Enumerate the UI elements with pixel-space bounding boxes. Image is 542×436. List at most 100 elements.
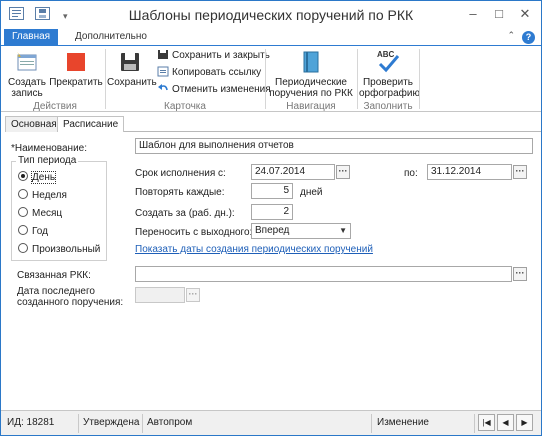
linked-rkk-label: Связанная РКК: <box>17 270 91 281</box>
title-bar: ▾ Шаблоны периодических поручений по РКК… <box>1 1 541 29</box>
due-from-label: Срок исполнения с: <box>135 168 226 179</box>
radio-day-label: День <box>30 171 57 184</box>
holiday-select-value: Вперед <box>255 225 290 236</box>
radio-custom-label: Произвольный <box>32 244 101 255</box>
period-type-title: Тип периода <box>16 155 79 166</box>
due-to-picker-button[interactable]: ··· <box>513 165 527 179</box>
undo-changes-button[interactable]: Отменить изменения <box>157 83 271 97</box>
period-type-group: Тип периода День Неделя Месяц Год Произв… <box>11 155 107 261</box>
repeat-label: Повторять каждые: <box>135 187 225 198</box>
save-close-icon <box>157 49 169 60</box>
radio-week-indicator <box>18 189 28 199</box>
schedule-pane: *Наименование: Шаблон для выполнения отч… <box>5 132 539 406</box>
radio-month-label: Месяц <box>32 208 63 219</box>
stop-icon <box>64 50 88 74</box>
status-mode: Изменение <box>377 417 429 428</box>
radio-custom-indicator <box>18 243 28 253</box>
status-record-id: ИД: 18281 <box>7 417 55 428</box>
due-to-label: по: <box>404 168 418 179</box>
status-divider <box>78 414 79 433</box>
name-input[interactable]: Шаблон для выполнения отчетов <box>135 138 533 154</box>
group-divider <box>419 49 420 109</box>
spellcheck-label: Проверить орфографию <box>359 77 420 99</box>
radio-day-indicator <box>18 171 28 181</box>
copy-link-button[interactable]: Копировать ссылку <box>157 66 261 80</box>
copy-link-icon <box>157 66 169 77</box>
spellcheck-icon-text: ABC <box>377 50 395 59</box>
group-label-fill: Заполнить <box>363 101 413 112</box>
save-close-label: Сохранить и закрыть <box>172 50 270 61</box>
prev-record-button[interactable]: ◀ <box>497 414 514 431</box>
radio-day[interactable]: День <box>18 171 57 185</box>
app-window: ▾ Шаблоны периодических поручений по РКК… <box>0 0 542 436</box>
radio-week-label: Неделя <box>32 190 67 201</box>
show-dates-link[interactable]: Показать даты создания периодических пор… <box>135 244 373 255</box>
group-label-actions: Действия <box>33 101 77 112</box>
radio-year-label: Год <box>32 226 48 237</box>
linked-rkk-input[interactable] <box>135 266 512 282</box>
last-date-input <box>135 287 185 303</box>
minimize-button[interactable]: – <box>462 5 484 23</box>
tab-schedule[interactable]: Расписание <box>57 116 125 133</box>
group-label-navigation: Навигация <box>286 101 336 112</box>
last-date-picker-button: ··· <box>186 288 200 302</box>
ribbon-tab-strip: Главная Дополнительно ⌃ ? <box>1 29 541 46</box>
ribbon-tab-extra[interactable]: Дополнительно <box>67 29 155 46</box>
create-record-label: Создать запись <box>7 77 46 99</box>
radio-year[interactable]: Год <box>18 225 48 239</box>
ribbon-tab-home[interactable]: Главная <box>4 29 59 46</box>
next-record-button[interactable]: ▶ <box>516 414 533 431</box>
undo-label: Отменить изменения <box>172 84 271 95</box>
holiday-label: Переносить с выходного: <box>135 227 253 238</box>
group-divider <box>265 49 266 109</box>
close-button[interactable]: ✕ <box>514 5 536 23</box>
linked-rkk-picker-button[interactable]: ··· <box>513 267 527 281</box>
chevron-down-icon: ▼ <box>339 226 347 235</box>
create-before-input[interactable]: 2 <box>251 204 293 220</box>
status-bar: ИД: 18281 Утверждена Автопром Изменение … <box>1 410 541 435</box>
last-date-label-line1: Дата последнего <box>17 286 95 297</box>
spellcheck-icon: ABC <box>375 48 401 74</box>
save-label: Сохранить <box>107 77 157 88</box>
due-from-picker-button[interactable]: ··· <box>336 165 350 179</box>
due-from-input[interactable]: 24.07.2014 <box>251 164 335 180</box>
repeat-unit-label: дней <box>300 187 323 198</box>
last-date-label-line2: созданного поручения: <box>17 297 124 308</box>
periodic-orders-button[interactable]: Периодические поручения по РКК <box>267 50 355 99</box>
ribbon: Создать запись Прекратить Действия Сохра… <box>1 45 541 112</box>
save-button[interactable]: Сохранить <box>107 50 157 88</box>
group-divider <box>357 49 358 109</box>
holiday-select[interactable]: Вперед ▼ <box>251 223 351 239</box>
repeat-input[interactable]: 5 <box>251 183 293 199</box>
radio-custom[interactable]: Произвольный <box>18 243 100 257</box>
help-icon[interactable]: ? <box>522 31 535 44</box>
radio-month[interactable]: Месяц <box>18 207 62 221</box>
window-title: Шаблоны периодических поручений по РКК <box>128 7 414 23</box>
copy-link-label: Копировать ссылку <box>172 67 262 78</box>
new-record-icon <box>15 50 39 74</box>
status-state: Утверждена <box>83 417 140 428</box>
radio-month-indicator <box>18 207 28 217</box>
due-to-input[interactable]: 31.12.2014 <box>427 164 512 180</box>
undo-icon <box>157 83 169 94</box>
group-divider <box>105 49 106 109</box>
stop-label: Прекратить <box>49 77 103 88</box>
status-organization: Автопром <box>147 417 193 428</box>
create-record-button[interactable]: Создать запись <box>7 50 47 99</box>
book-icon <box>299 50 323 74</box>
stop-button[interactable]: Прекратить <box>49 50 103 88</box>
radio-year-indicator <box>18 225 28 235</box>
save-close-button[interactable]: Сохранить и закрыть <box>157 49 270 63</box>
content-tab-strip: Основная Расписание <box>5 116 541 133</box>
periodic-orders-label: Периодические поручения по РКК <box>269 77 353 99</box>
maximize-button[interactable]: □ <box>488 5 510 23</box>
radio-week[interactable]: Неделя <box>18 189 67 203</box>
tab-main[interactable]: Основная <box>5 116 63 132</box>
status-divider <box>371 414 372 433</box>
ribbon-collapse-icon[interactable]: ⌃ <box>507 30 515 41</box>
floppy-disk-icon <box>118 50 142 74</box>
create-before-label: Создать за (раб. дн.): <box>135 208 235 219</box>
spellcheck-button[interactable]: ABC Проверить орфографию <box>359 48 420 99</box>
status-divider <box>474 414 475 433</box>
first-record-button[interactable]: |◀ <box>478 414 495 431</box>
